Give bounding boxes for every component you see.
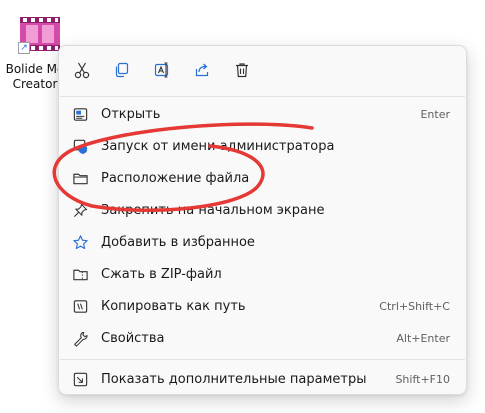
copy-icon <box>115 62 129 78</box>
menu-item-file-location[interactable]: Расположение файла <box>63 163 462 193</box>
menu-item-pin-to-start[interactable]: Закрепить на начальном экране <box>63 195 462 225</box>
menu-item-copy-as-path[interactable]: Копировать как путь Ctrl+Shift+C <box>63 291 462 321</box>
desktop-icon-label: Bolide Mo Creator <box>5 62 65 91</box>
menu-item-show-more-options[interactable]: Показать дополнительные параметры Shift+… <box>63 364 462 394</box>
copy-path-icon <box>71 297 89 315</box>
menu-separator <box>60 96 465 97</box>
star-icon <box>71 233 89 251</box>
menu-item-add-to-favorites[interactable]: Добавить в избранное <box>63 227 462 257</box>
cut-button[interactable] <box>67 55 97 85</box>
desktop-shortcut-bolide[interactable]: ↗ Bolide Mo Creator <box>4 10 66 95</box>
menu-item-run-as-admin[interactable]: Запуск от имени администратора <box>63 131 462 161</box>
menu-toolbar <box>59 46 466 92</box>
admin-shield-icon <box>71 137 89 155</box>
zip-folder-icon <box>71 265 89 283</box>
delete-icon <box>236 63 248 78</box>
menu-separator <box>60 359 465 360</box>
pin-icon <box>71 201 89 219</box>
share-button[interactable] <box>187 55 217 85</box>
delete-button[interactable] <box>227 55 257 85</box>
share-icon <box>195 63 209 77</box>
menu-item-compress-zip[interactable]: Сжать в ZIP-файл <box>63 259 462 289</box>
menu-item-open[interactable]: Открыть Enter <box>63 99 462 129</box>
menu-item-properties[interactable]: Свойства Alt+Enter <box>63 323 462 353</box>
shortcut-arrow-icon: ↗ <box>18 42 30 54</box>
more-options-icon <box>71 370 89 388</box>
context-menu: Открыть Enter Запуск от имени администра… <box>58 45 467 395</box>
folder-icon <box>71 169 89 187</box>
cut-icon <box>74 62 90 79</box>
copy-button[interactable] <box>107 55 137 85</box>
rename-icon <box>154 62 169 78</box>
open-icon <box>71 105 89 123</box>
wrench-icon <box>71 329 89 347</box>
rename-button[interactable] <box>147 55 177 85</box>
